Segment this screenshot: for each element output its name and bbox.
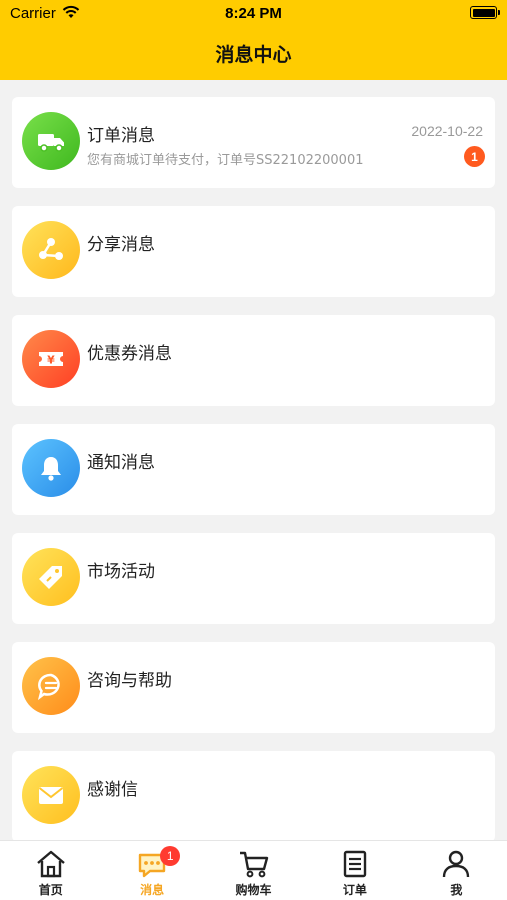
svg-text:¥: ¥	[47, 354, 55, 367]
tab-message[interactable]: 消息 1	[101, 841, 202, 900]
user-icon	[443, 850, 470, 878]
tab-home[interactable]: 首页	[0, 841, 101, 900]
tab-orders[interactable]: 订单	[304, 841, 405, 900]
unread-badge: 1	[160, 846, 181, 866]
message-title: 分享消息	[87, 235, 155, 255]
bell-icon	[22, 439, 80, 497]
tab-label: 我	[450, 883, 463, 897]
chat-icon	[22, 657, 80, 715]
tab-cart[interactable]: 购物车	[203, 841, 304, 900]
mail-icon	[22, 766, 80, 824]
message-item-help[interactable]: 咨询与帮助	[12, 642, 495, 733]
message-item-share[interactable]: 分享消息	[12, 206, 495, 297]
coupon-icon: ¥	[22, 330, 80, 388]
cart-icon	[239, 851, 268, 878]
message-title: 咨询与帮助	[87, 671, 172, 691]
message-preview: 您有商城订单待支付，订单号SS22102200001	[87, 153, 364, 168]
tab-label: 消息	[140, 883, 165, 897]
tab-label: 订单	[342, 883, 367, 897]
header-bar: Carrier 8:24 PM 消息中心	[0, 0, 507, 80]
message-date: 2022-10-22	[411, 123, 483, 139]
order-list-icon	[343, 850, 367, 878]
home-icon	[36, 850, 65, 878]
status-bar: Carrier 8:24 PM	[0, 0, 507, 28]
message-item-order[interactable]: 订单消息 2022-10-22 您有商城订单待支付，订单号SS221022000…	[12, 97, 495, 188]
truck-icon	[22, 112, 80, 170]
unread-badge: 1	[464, 146, 485, 167]
tab-me[interactable]: 我	[406, 841, 507, 900]
message-item-notice[interactable]: 通知消息	[12, 424, 495, 515]
tag-icon	[22, 548, 80, 606]
message-title: 感谢信	[87, 780, 138, 800]
battery-icon	[470, 6, 500, 19]
message-title: 订单消息	[87, 126, 155, 146]
share-icon	[22, 221, 80, 279]
message-list: 订单消息 2022-10-22 您有商城订单待支付，订单号SS221022000…	[12, 97, 495, 860]
message-title: 优惠券消息	[87, 344, 172, 364]
message-title: 通知消息	[87, 453, 155, 473]
message-item-thanks[interactable]: 感谢信	[12, 751, 495, 842]
message-item-coupon[interactable]: ¥ 优惠券消息	[12, 315, 495, 406]
page-title: 消息中心	[215, 44, 292, 66]
message-title: 市场活动	[87, 562, 155, 582]
tab-bar: 首页 消息 1 购物车 订单 我	[0, 840, 507, 900]
tab-label: 首页	[38, 883, 63, 897]
status-time: 8:24 PM	[225, 5, 282, 22]
tab-label: 购物车	[235, 883, 272, 897]
message-item-market[interactable]: 市场活动	[12, 533, 495, 624]
